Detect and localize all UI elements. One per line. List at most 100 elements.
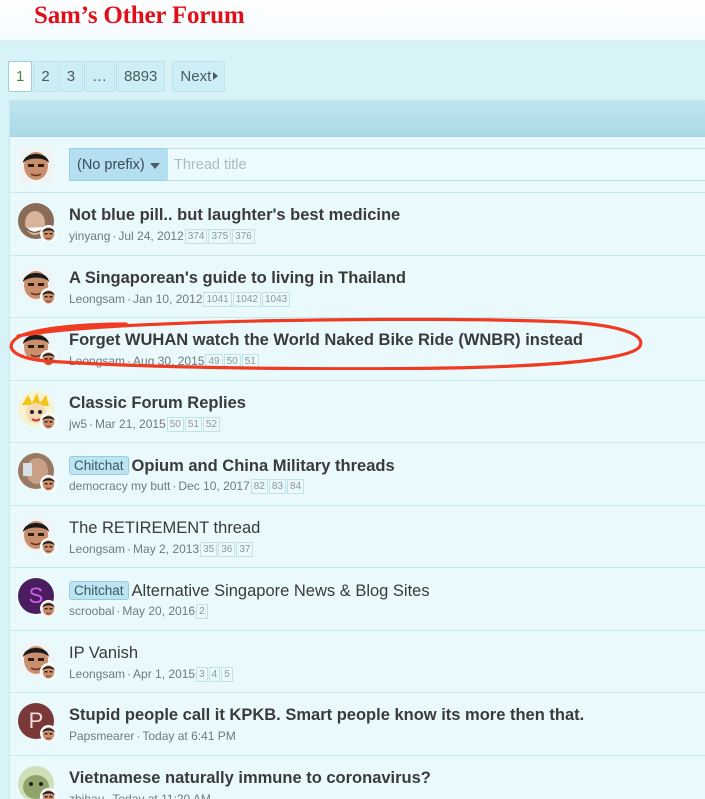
thread-date[interactable]: May 20, 2016 [122, 604, 195, 618]
meta-separator: · [89, 416, 94, 431]
thread-page-link[interactable]: 50 [166, 416, 184, 432]
user-avatar-icon[interactable] [18, 147, 54, 183]
page-jump-ellipsis[interactable]: … [84, 61, 116, 92]
thread-page-link[interactable]: 84 [287, 479, 305, 494]
thread-meta: democracy my butt · Dec 10, 2017 82 83 84 [69, 479, 305, 494]
thread-page-link[interactable]: 1042 [232, 291, 261, 307]
thread-page-link[interactable]: 37 [236, 541, 254, 557]
thread-page-link[interactable]: 3 [196, 666, 208, 682]
last-poster-avatar-icon[interactable] [40, 662, 57, 680]
thread-title-link[interactable]: Not blue pill.. but laughter's best medi… [69, 206, 400, 225]
thread-author-link[interactable]: jw5 [69, 417, 87, 431]
last-poster-avatar-icon[interactable] [40, 787, 57, 799]
page-link-last[interactable]: 8893 [116, 61, 166, 92]
thread-page-link[interactable]: 1043 [261, 291, 291, 307]
thread-row[interactable]: P Stupid people call it KPKB. Smart peopl… [10, 693, 705, 756]
thread-title-text: Vietnamese naturally immune to coronavir… [69, 768, 431, 787]
thread-row[interactable]: A Singaporean's guide to living in Thail… [10, 256, 705, 318]
thread-title-text: Opium and China Military threads [131, 457, 395, 475]
thread-row[interactable]: Vietnamese naturally immune to coronavir… [10, 756, 705, 799]
thread-author-link[interactable]: Leongsam [69, 292, 125, 306]
forum-title[interactable]: Sam’s Other Forum [34, 2, 245, 30]
prefix-label[interactable]: Chitchat [69, 456, 129, 475]
thread-page-link[interactable]: 2 [196, 604, 208, 619]
thread-row[interactable]: S Chitchat Alternative Singapore News & Bl… [10, 568, 705, 631]
top-bar: Sam’s Other Forum [0, 0, 705, 41]
thread-title-link[interactable]: IP Vanish [69, 644, 138, 663]
thread-page-link[interactable]: 50 [223, 354, 241, 369]
thread-author-link[interactable]: Leongsam [69, 542, 125, 556]
thread-row[interactable]: IP Vanish Leongsam · Apr 1, 2015 3 4 5 [10, 631, 705, 693]
thread-author-link[interactable]: democracy my butt [69, 479, 170, 493]
thread-page-link[interactable]: 1041 [203, 291, 232, 307]
thread-date[interactable]: Jan 10, 2012 [133, 292, 202, 306]
thread-page-link[interactable]: 36 [218, 541, 236, 557]
thread-title-link[interactable]: Forget WUHAN watch the World Naked Bike … [69, 331, 583, 350]
thread-author-link[interactable]: Papsmearer [69, 729, 134, 743]
thread-row[interactable]: The RETIREMENT thread Leongsam · May 2, 201… [10, 506, 705, 568]
thread-row[interactable]: Forget WUHAN watch the World Naked Bike … [10, 318, 705, 381]
last-poster-avatar-icon[interactable] [40, 475, 57, 492]
thread-meta: Papsmearer · Today at 6:41 PM [69, 729, 236, 743]
thread-page-link[interactable]: 82 [250, 479, 268, 494]
thread-date[interactable]: Apr 1, 2015 [133, 667, 195, 681]
thread-page-link[interactable]: 375 [208, 229, 232, 244]
last-poster-avatar-icon[interactable] [40, 725, 57, 742]
meta-separator: · [127, 666, 132, 681]
thread-author-link[interactable]: scroobal [69, 604, 114, 618]
thread-date[interactable]: Today at 11:20 AM [112, 792, 211, 799]
thread-author-link[interactable]: Leongsam [69, 354, 125, 368]
thread-title-input[interactable] [167, 148, 705, 181]
thread-date[interactable]: Jul 24, 2012 [118, 229, 183, 243]
last-poster-avatar-icon[interactable] [40, 287, 57, 305]
last-poster-avatar-icon[interactable] [40, 600, 57, 617]
page-link-3[interactable]: 3 [58, 61, 84, 92]
thread-title-link[interactable]: Chitchat Alternative Singapore News & Blo… [69, 581, 430, 601]
thread-page-link[interactable]: 49 [205, 354, 223, 369]
thread-title-text: Forget WUHAN watch the World Naked Bike … [69, 331, 583, 349]
thread-title-link[interactable]: Chitchat Opium and China Military threads [69, 456, 395, 476]
thread-meta: Leongsam · Apr 1, 2015 3 4 5 [69, 666, 233, 682]
meta-separator: · [127, 541, 132, 556]
thread-page-link[interactable]: 4 [208, 666, 221, 682]
thread-row[interactable]: Classic Forum Replies jw5 · Mar 21, 2015 50 5… [10, 381, 705, 443]
thread-title-text: Alternative Singapore News & Blog Sites [131, 582, 430, 600]
thread-list-header [10, 100, 705, 137]
thread-page-link[interactable]: 51 [241, 354, 259, 369]
thread-page-link[interactable]: 52 [202, 416, 221, 432]
thread-title-link[interactable]: The RETIREMENT thread [69, 519, 260, 538]
thread-title-link[interactable]: A Singaporean's guide to living in Thail… [69, 269, 406, 288]
thread-date[interactable]: Aug 30, 2015 [133, 354, 204, 368]
thread-title-text: Classic Forum Replies [69, 393, 246, 412]
thread-date[interactable]: May 2, 2013 [133, 542, 199, 556]
prefix-label[interactable]: Chitchat [69, 581, 129, 600]
last-poster-avatar-icon[interactable] [40, 412, 57, 430]
thread-page-link[interactable]: 376 [232, 229, 255, 244]
thread-page-link[interactable]: 83 [268, 479, 287, 494]
thread-title-link[interactable]: Stupid people call it KPKB. Smart people… [69, 706, 584, 725]
thread-page-link[interactable]: 5 [221, 666, 233, 682]
page-link-1[interactable]: 1 [8, 61, 33, 92]
thread-date[interactable]: Today at 6:41 PM [142, 729, 235, 743]
thread-page-link[interactable]: 374 [184, 229, 208, 244]
thread-meta: Leongsam · May 2, 2013 35 36 37 [69, 541, 254, 557]
thread-row[interactable]: Chitchat Opium and China Military threads… [10, 443, 705, 506]
thread-author-link[interactable]: zhihau [69, 792, 104, 799]
thread-date[interactable]: Dec 10, 2017 [178, 479, 249, 493]
thread-meta: zhihau · Today at 11:20 AM [69, 792, 211, 799]
thread-row[interactable]: Not blue pill.. but laughter's best medi… [10, 193, 705, 256]
thread-author-link[interactable]: Leongsam [69, 667, 125, 681]
thread-page-link[interactable]: 51 [184, 416, 202, 432]
next-label: Next [180, 68, 212, 85]
page-link-2[interactable]: 2 [33, 61, 58, 92]
thread-author-link[interactable]: yinyang [69, 229, 110, 243]
thread-page-link[interactable]: 35 [200, 541, 218, 557]
last-poster-avatar-icon[interactable] [40, 350, 57, 367]
thread-date[interactable]: Mar 21, 2015 [95, 417, 166, 431]
last-poster-avatar-icon[interactable] [40, 225, 57, 242]
last-poster-avatar-icon[interactable] [40, 537, 57, 555]
prefix-select[interactable]: (No prefix) [69, 148, 167, 181]
next-page-button[interactable]: Next [172, 61, 226, 92]
thread-title-link[interactable]: Vietnamese naturally immune to coronavir… [69, 769, 431, 788]
thread-title-link[interactable]: Classic Forum Replies [69, 394, 246, 413]
